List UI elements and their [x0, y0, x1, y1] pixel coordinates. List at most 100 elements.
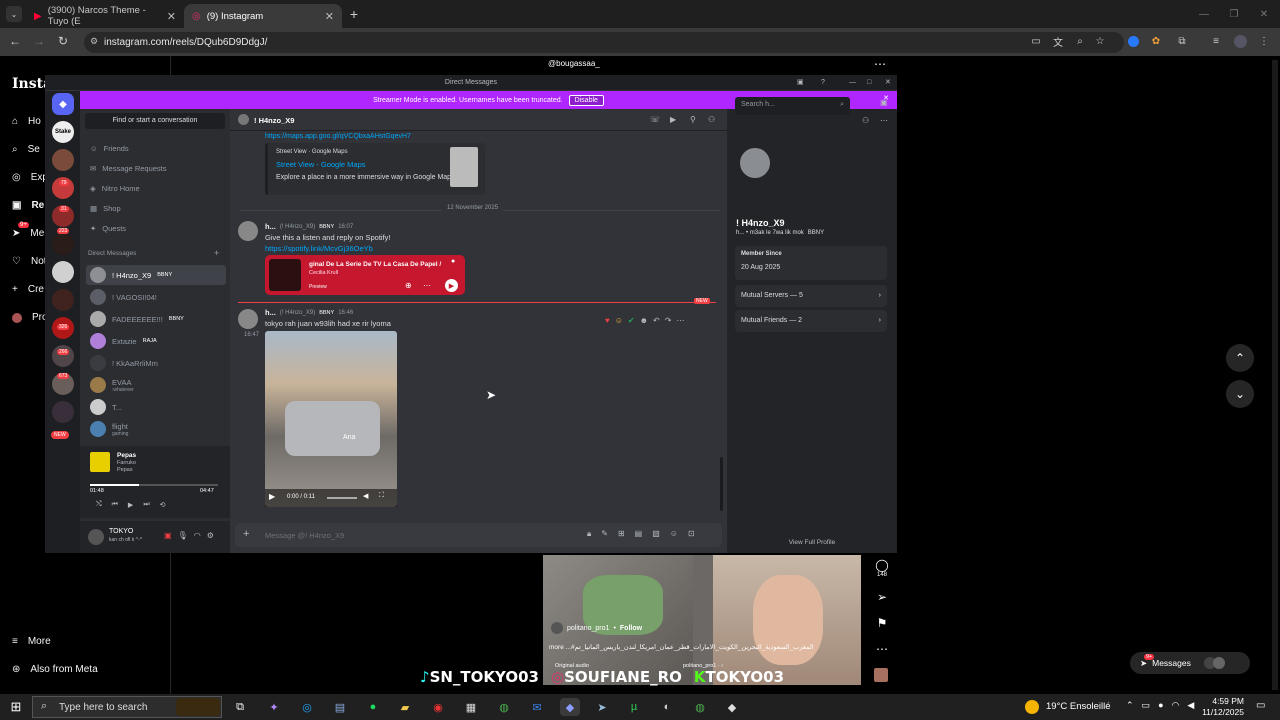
spotify-play-button[interactable]: ▶ [445, 279, 458, 292]
boost-icon[interactable]: ✎ [601, 529, 608, 539]
more-icon[interactable]: ⋯ [423, 281, 431, 290]
nav-home[interactable]: ⌂ Ho [12, 116, 41, 127]
clock-date[interactable]: 11/12/2025 [1196, 707, 1244, 717]
utorrent-icon[interactable]: µ [624, 698, 644, 716]
network-icon[interactable]: ▭ [1142, 700, 1151, 711]
server-icon[interactable] [52, 289, 74, 311]
nav-messages[interactable]: ➤ Me [12, 228, 44, 239]
inbox-icon[interactable]: ▣ [880, 98, 888, 107]
profile-avatar[interactable] [737, 145, 773, 181]
nav-search[interactable]: ⌕ Se [12, 144, 40, 155]
game-icon[interactable]: ◉ [428, 698, 448, 716]
profile-avatar[interactable] [1234, 35, 1247, 48]
nav-more[interactable]: ≡ More [12, 636, 51, 647]
mail-icon[interactable]: ✉ [527, 698, 547, 716]
cast-icon[interactable]: ▭ [1030, 35, 1042, 47]
inbox-icon[interactable]: ▣ [797, 75, 804, 90]
reel-username-top[interactable]: @bougassaa_ [548, 59, 600, 68]
embed-thumbnail[interactable] [450, 147, 478, 187]
embed-link[interactable]: https://maps.app.goo.gl/qVCQbxaAHstGqevH… [265, 133, 411, 140]
extensions-puzzle-icon[interactable]: ⧉ [1176, 35, 1188, 47]
next-icon[interactable]: ⏭ [143, 501, 149, 509]
camera-off-icon[interactable]: ▣ [164, 531, 172, 540]
dm-item[interactable]: ! VAGOSI!04! [86, 287, 226, 307]
steam-icon[interactable]: ➤ [592, 698, 612, 716]
message-composer[interactable]: + Message @! H4nzo_X9 🔒︎ ✎ ⊞ ▤ ▧ ☺ ⊡ [235, 523, 722, 547]
user-avatar[interactable] [88, 529, 104, 545]
nav-reels[interactable]: ▣ Re [12, 200, 44, 211]
discord-taskbar-icon[interactable]: ◆ [560, 698, 580, 716]
spotify-link[interactable]: https://spotify.link/McvGj36OeYb [265, 244, 373, 253]
more-options-icon[interactable]: ⋯ [874, 57, 886, 71]
message-avatar[interactable] [238, 309, 258, 329]
previous-reel-button[interactable]: ⌃ [1226, 344, 1254, 372]
add-friend-icon[interactable]: ⚇ [862, 116, 869, 125]
fullscreen-icon[interactable]: ⛶ [379, 492, 384, 500]
heart-reaction-icon[interactable]: ♥ [605, 316, 610, 325]
reel-more-icon[interactable]: ⋯ [874, 642, 890, 656]
disable-button[interactable]: Disable [568, 94, 604, 106]
help-icon[interactable]: ? [821, 75, 825, 90]
media-controls-icon[interactable]: ≡ [1210, 35, 1222, 47]
add-reaction-icon[interactable]: ☻ [640, 316, 648, 325]
weather-text[interactable]: 19°C Ensoleillé [1046, 701, 1111, 712]
dm-item[interactable]: T... [86, 397, 226, 417]
search-highlight-image[interactable] [176, 698, 220, 716]
edge-icon[interactable]: ◎ [297, 698, 317, 716]
gif-icon[interactable]: ▤ [635, 529, 643, 539]
nav-create[interactable]: + Cre [12, 284, 44, 295]
store-icon[interactable]: ▦ [461, 698, 481, 716]
menu-nitro-home[interactable]: ◈ Nitro Home [86, 179, 226, 197]
app-icon[interactable]: ◆ [722, 698, 742, 716]
tab-instagram[interactable]: ◎ (9) Instagram ✕ [184, 4, 342, 28]
restore-icon[interactable]: ❐ [1226, 6, 1242, 22]
emoji-reaction-icon[interactable]: ☺ [615, 316, 623, 325]
chevron-up-icon[interactable]: ⌃ [1126, 700, 1134, 711]
close-tab-icon[interactable]: ✕ [167, 10, 176, 23]
more-icon[interactable]: ⋯ [676, 316, 684, 325]
server-icon[interactable] [52, 261, 74, 283]
previous-icon[interactable]: ⏮ [112, 501, 118, 509]
tab-youtube[interactable]: ▶ (3900) Narcos Theme - Tuyo (E ✕ [26, 4, 184, 28]
gift-icon[interactable]: ⊞ [618, 529, 625, 539]
clock-time[interactable]: 4:59 PM [1206, 696, 1244, 706]
reel-caption[interactable]: more ...#المغرب_السعودية_البحرين_الكويت_… [549, 643, 849, 651]
repeat-icon[interactable]: ⟲ [160, 501, 166, 509]
sticker-icon[interactable]: ▧ [652, 529, 660, 539]
add-friends-icon[interactable]: ⚇ [708, 115, 715, 124]
weather-sun-icon[interactable] [1025, 700, 1039, 714]
add-icon[interactable]: ⊕ [405, 281, 412, 290]
obs-icon[interactable]: ◐ [657, 698, 677, 716]
tab-search-icon[interactable]: ⌄ [6, 6, 22, 22]
chrome-menu-icon[interactable]: ⋮ [1258, 35, 1270, 47]
task-view-icon[interactable]: ⧉ [230, 698, 250, 716]
server-icon[interactable] [52, 401, 74, 423]
chrome-icon[interactable]: ◍ [494, 698, 514, 716]
chrome-icon[interactable]: ◍ [690, 698, 710, 716]
menu-shop[interactable]: ▦ Shop [86, 199, 226, 217]
find-conversation-input[interactable]: Find or start a conversation [85, 113, 225, 129]
spotify-embed[interactable]: ginal De La Serie De TV La Casa De Papel… [265, 255, 465, 295]
mutual-friends[interactable]: Mutual Friends — 2 › [735, 310, 887, 332]
reply-icon[interactable]: ↶ [653, 316, 660, 325]
settings-gear-icon[interactable]: ⚙ [207, 531, 214, 540]
pin-icon[interactable]: ⚲ [690, 115, 696, 124]
next-reel-button[interactable]: ⌄ [1226, 380, 1254, 408]
new-dm-icon[interactable]: + [214, 248, 219, 258]
page-scrollbar[interactable] [1272, 60, 1278, 690]
audio-thumbnail[interactable] [874, 668, 888, 682]
dm-item[interactable]: FADEEEEEE!!! BBNY [86, 309, 226, 329]
copilot-icon[interactable]: ✦ [264, 698, 284, 716]
track-progress[interactable] [90, 484, 218, 486]
dm-item[interactable]: ! KkAaRrliMm [86, 353, 226, 373]
menu-quests[interactable]: ✦ Quests [86, 219, 226, 237]
zoom-icon[interactable]: ⌕ [1074, 35, 1086, 47]
bookmark-star-icon[interactable]: ☆ [1094, 35, 1106, 47]
dm-item[interactable]: flight gaming [86, 419, 226, 439]
dm-item[interactable]: ! H4nzo_X9 BBNY [86, 265, 226, 285]
play-icon[interactable]: ▶ [128, 501, 133, 509]
apps-icon[interactable]: ⊡ [688, 529, 695, 539]
emoji-icon[interactable]: ☺ [670, 529, 678, 539]
new-tab-icon[interactable]: + [346, 6, 362, 22]
reel-video[interactable]: politano_pro1 • Follow more ...#المغرب_ال… [543, 555, 861, 685]
